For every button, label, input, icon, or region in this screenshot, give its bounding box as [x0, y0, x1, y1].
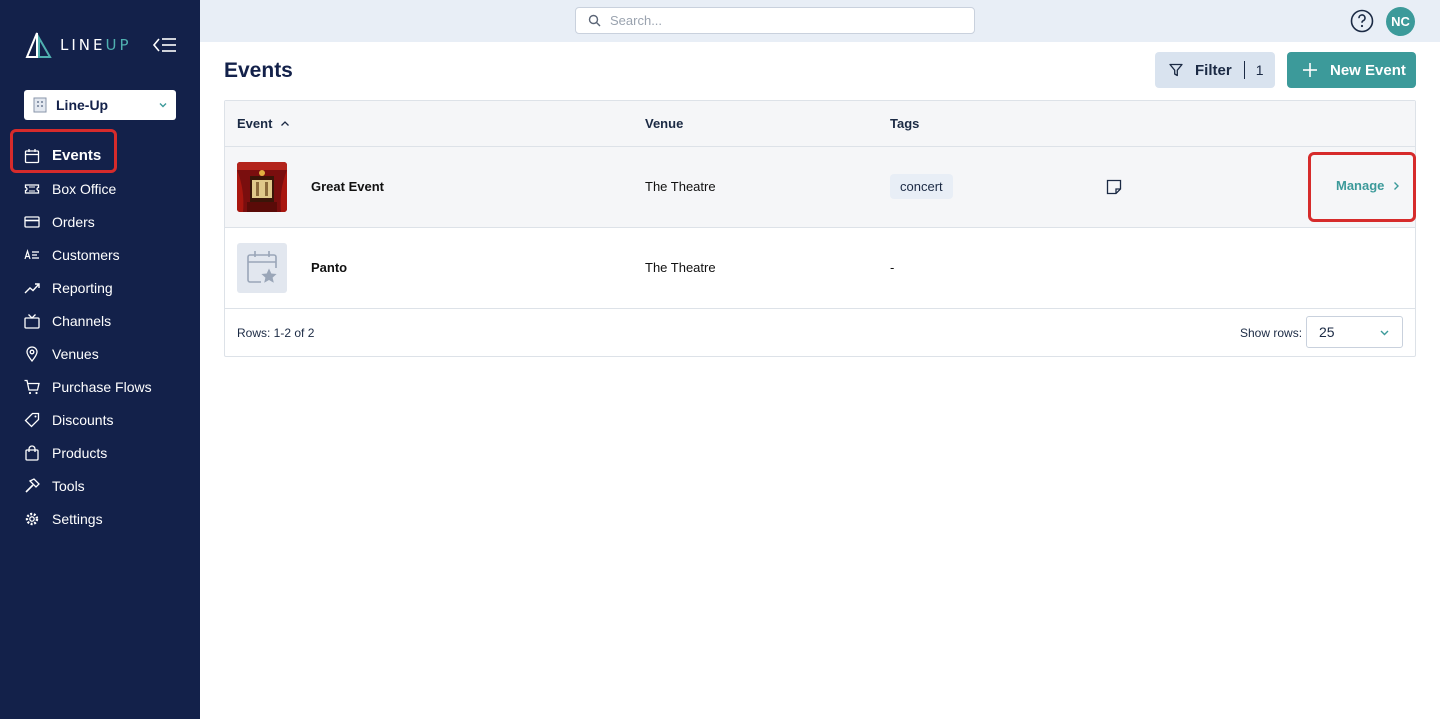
organisation-name: Line-Up	[56, 97, 109, 113]
sidebar-item-label: Customers	[52, 246, 120, 263]
sidebar-item-label: Settings	[52, 510, 103, 527]
sidebar: LINEUP Line-Up Events Box Office Orders …	[0, 0, 200, 719]
chevron-down-icon	[159, 103, 167, 108]
sidebar-item-label: Venues	[52, 345, 99, 362]
event-venue: The Theatre	[645, 179, 716, 194]
collapse-sidebar-button[interactable]	[152, 34, 178, 56]
plus-icon	[1303, 63, 1317, 77]
credit-card-icon	[24, 215, 40, 228]
show-rows-label: Show rows:	[1240, 326, 1303, 340]
search-box[interactable]	[575, 7, 975, 34]
sidebar-item-settings[interactable]: Settings	[0, 502, 200, 535]
sidebar-item-label: Discounts	[52, 411, 114, 428]
event-name[interactable]: Great Event	[311, 179, 384, 194]
theatre-stage-image	[237, 162, 287, 212]
sidebar-item-orders[interactable]: Orders	[0, 205, 200, 238]
sidebar-item-box-office[interactable]: Box Office	[0, 172, 200, 205]
hammer-icon	[25, 477, 40, 493]
collapse-menu-icon	[152, 38, 176, 52]
page-title: Events	[224, 59, 293, 82]
search-input[interactable]	[610, 13, 950, 28]
cart-icon	[24, 379, 40, 394]
filter-icon	[1169, 63, 1183, 77]
event-thumbnail-theatre	[237, 162, 287, 212]
ticket-icon	[24, 183, 40, 194]
event-venue: The Theatre	[645, 260, 716, 275]
sidebar-item-customers[interactable]: Customers	[0, 238, 200, 271]
calendar-star-icon	[247, 251, 279, 286]
sidebar-item-label: Tools	[52, 477, 85, 494]
column-header-label: Event	[237, 116, 273, 131]
sidebar-item-tools[interactable]: Tools	[0, 469, 200, 502]
sidebar-item-label: Events	[52, 147, 102, 164]
row-count: Rows: 1-2 of 2	[237, 326, 315, 340]
sort-ascending-icon	[281, 120, 290, 126]
lineup-logo-icon	[25, 32, 52, 58]
tv-icon	[24, 313, 40, 329]
table-footer: Rows: 1-2 of 2 Show rows: 25	[225, 309, 1415, 356]
event-name[interactable]: Panto	[311, 260, 347, 275]
help-button[interactable]	[1350, 9, 1374, 33]
lineup-logo[interactable]: LINEUP	[24, 30, 132, 60]
manage-link[interactable]: Manage	[1336, 178, 1401, 193]
sidebar-item-label: Box Office	[52, 180, 117, 197]
logo-wordmark: LINEUP	[60, 36, 132, 54]
pin-icon	[26, 345, 38, 362]
column-header-event[interactable]: Event	[237, 116, 290, 131]
sidebar-item-label: Reporting	[52, 279, 113, 296]
note-icon	[1106, 179, 1122, 195]
help-icon	[1350, 9, 1374, 33]
top-bar: NC	[200, 0, 1440, 42]
chevron-right-icon	[1394, 181, 1400, 190]
event-thumbnail-placeholder	[237, 243, 287, 293]
events-table: Event Venue Tags Great Event The Theatre…	[224, 100, 1416, 357]
sidebar-item-label: Channels	[52, 312, 112, 329]
sidebar-item-events[interactable]: Events	[0, 139, 200, 172]
sidebar-nav: Events Box Office Orders Customers Repor…	[0, 139, 200, 535]
new-event-button[interactable]: New Event	[1287, 52, 1416, 88]
search-icon	[588, 14, 601, 27]
rows-per-page-select[interactable]: 25	[1306, 316, 1403, 348]
new-event-label: New Event	[1330, 61, 1406, 79]
contacts-icon	[24, 248, 39, 259]
sidebar-item-label: Purchase Flows	[52, 378, 152, 395]
sidebar-item-venues[interactable]: Venues	[0, 337, 200, 370]
chevron-down-icon	[1380, 330, 1389, 335]
sidebar-item-reporting[interactable]: Reporting	[0, 271, 200, 304]
organisation-select[interactable]: Line-Up	[24, 90, 176, 120]
building-icon	[33, 97, 47, 113]
event-tag: concert	[890, 174, 953, 199]
user-avatar[interactable]: NC	[1386, 7, 1415, 36]
table-header: Event Venue Tags	[225, 101, 1415, 147]
column-header-venue[interactable]: Venue	[645, 116, 683, 131]
sidebar-item-channels[interactable]: Channels	[0, 304, 200, 337]
rows-per-page-value: 25	[1319, 324, 1335, 340]
manage-label: Manage	[1336, 178, 1385, 193]
event-tag-empty: -	[890, 260, 895, 275]
table-row[interactable]: Great Event The Theatre concert Manage	[225, 147, 1415, 228]
filter-button[interactable]: Filter 1	[1155, 52, 1275, 88]
sidebar-item-purchase-flows[interactable]: Purchase Flows	[0, 370, 200, 403]
event-note-button[interactable]	[1106, 179, 1122, 195]
table-row[interactable]: Panto The Theatre -	[225, 228, 1415, 309]
filter-count: 1	[1255, 62, 1264, 78]
filter-divider	[1243, 61, 1245, 79]
sidebar-item-discounts[interactable]: Discounts	[0, 403, 200, 436]
filter-label: Filter	[1195, 61, 1232, 79]
column-header-tags[interactable]: Tags	[890, 116, 919, 131]
gear-icon	[25, 512, 39, 525]
tag-icon	[24, 412, 40, 427]
sidebar-item-label: Orders	[52, 213, 95, 230]
trend-icon	[24, 282, 40, 293]
sidebar-item-label: Products	[52, 444, 108, 461]
calendar-icon	[24, 148, 40, 163]
sidebar-item-products[interactable]: Products	[0, 436, 200, 469]
bag-icon	[25, 444, 39, 461]
